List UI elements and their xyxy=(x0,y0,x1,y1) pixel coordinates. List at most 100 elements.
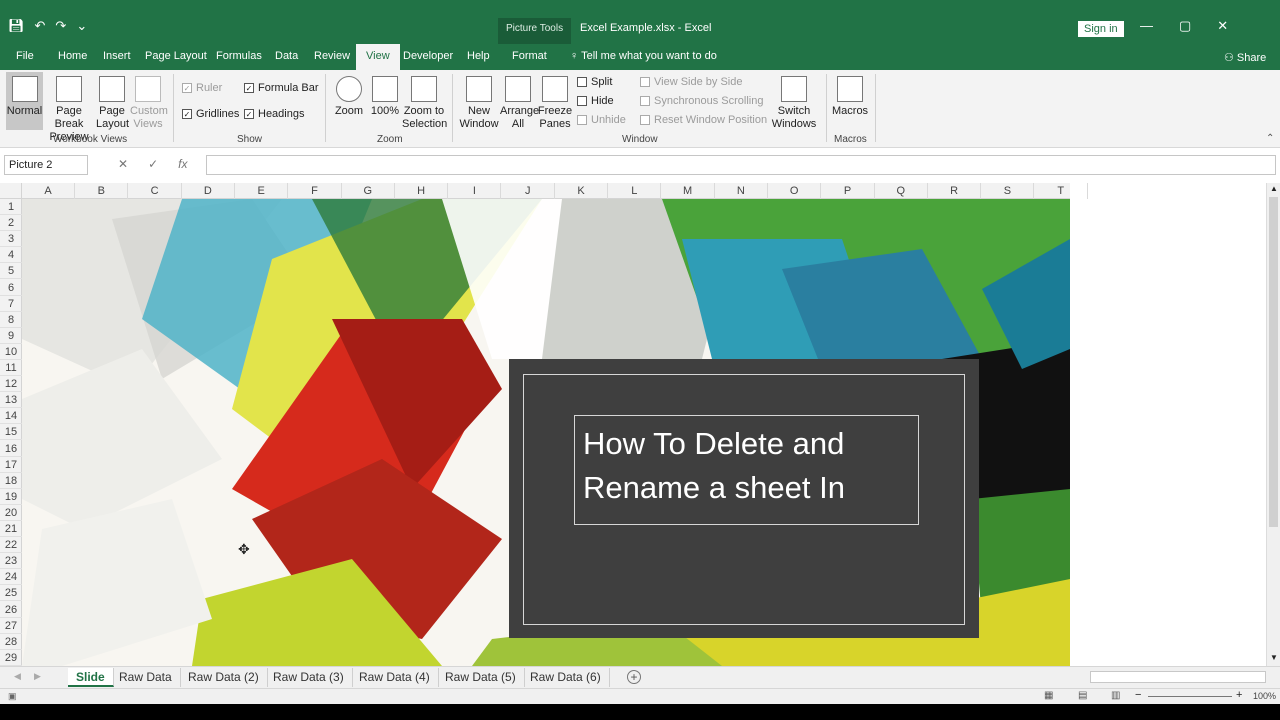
zoom-out-icon[interactable]: − xyxy=(1135,689,1141,701)
row-header[interactable]: 5 xyxy=(0,263,22,280)
column-header[interactable]: A xyxy=(22,183,75,199)
column-header[interactable]: K xyxy=(555,183,608,199)
tab-formulas[interactable]: Formulas xyxy=(216,50,262,62)
sheet-tab[interactable]: Raw Data (2) xyxy=(180,668,268,687)
macro-record-icon[interactable]: ▣ xyxy=(8,691,17,702)
enter-icon[interactable]: ✓ xyxy=(148,157,158,171)
ruler-checkbox[interactable]: ✓ Ruler xyxy=(182,82,222,94)
share-button[interactable]: ⚇ Share xyxy=(1224,51,1266,64)
column-header[interactable]: N xyxy=(715,183,768,199)
tab-view[interactable]: View xyxy=(356,44,400,70)
row-header[interactable]: 4 xyxy=(0,247,22,264)
row-header[interactable]: 17 xyxy=(0,457,22,473)
row-header[interactable]: 14 xyxy=(0,408,22,425)
column-header[interactable]: T xyxy=(1035,183,1088,199)
row-header[interactable]: 11 xyxy=(0,360,22,376)
column-header[interactable]: G xyxy=(342,183,395,199)
column-header[interactable]: S xyxy=(981,183,1035,199)
sheet-tab[interactable]: Raw Data (5) xyxy=(437,668,525,687)
normal-view-status-icon[interactable]: ▦ xyxy=(1044,690,1053,701)
row-header[interactable]: 28 xyxy=(0,634,22,650)
row-header[interactable]: 16 xyxy=(0,441,22,457)
column-header[interactable]: H xyxy=(395,183,449,199)
add-sheet-icon[interactable]: + xyxy=(627,670,641,684)
row-header[interactable]: 23 xyxy=(0,553,22,570)
row-header[interactable]: 2 xyxy=(0,215,22,232)
row-header[interactable]: 20 xyxy=(0,505,22,521)
tab-review[interactable]: Review xyxy=(314,50,350,62)
switch-windows-button[interactable]: Switch Windows xyxy=(768,76,820,131)
sheet-tab[interactable]: Raw Data (3) xyxy=(265,668,353,687)
row-header[interactable]: 19 xyxy=(0,489,22,505)
column-header[interactable]: B xyxy=(75,183,129,199)
redo-icon[interactable]: ↷ xyxy=(55,18,66,34)
scroll-up-icon[interactable]: ▲ xyxy=(1270,184,1278,193)
row-header[interactable]: 21 xyxy=(0,521,22,537)
select-all-corner[interactable] xyxy=(0,183,22,199)
tab-home[interactable]: Home xyxy=(58,50,87,62)
row-header[interactable]: 13 xyxy=(0,392,22,409)
tab-data[interactable]: Data xyxy=(275,50,298,62)
row-header[interactable]: 29 xyxy=(0,650,22,666)
save-icon[interactable]: 💾︎ xyxy=(8,18,25,34)
tab-format[interactable]: Format xyxy=(512,50,547,62)
tab-developer[interactable]: Developer xyxy=(403,50,453,62)
minimize-icon[interactable]: — xyxy=(1140,18,1153,34)
column-header[interactable]: P xyxy=(822,183,875,199)
freeze-panes-button[interactable]: Freeze Panes xyxy=(537,76,573,131)
sheet-tab-active[interactable]: Slide xyxy=(68,668,114,687)
sheet-tab[interactable]: Raw Data (6) xyxy=(522,668,610,687)
row-header[interactable]: 9 xyxy=(0,328,22,344)
formula-input[interactable] xyxy=(206,155,1276,175)
row-header[interactable]: 22 xyxy=(0,537,22,554)
insert-function-icon[interactable]: fx xyxy=(178,157,187,171)
arrange-all-button[interactable]: Arrange All xyxy=(500,76,539,131)
prev-sheet-icon[interactable]: ◀ xyxy=(14,671,21,682)
column-header[interactable]: O xyxy=(768,183,822,199)
row-header[interactable]: 25 xyxy=(0,585,22,602)
worksheet-area[interactable]: How To Delete and Rename a sheet In ✥ xyxy=(22,199,1070,666)
row-header[interactable]: 18 xyxy=(0,473,22,489)
row-header[interactable]: 24 xyxy=(0,569,22,586)
unhide-button[interactable]: Unhide xyxy=(577,114,626,126)
row-header[interactable]: 10 xyxy=(0,344,22,360)
name-box[interactable]: Picture 2 xyxy=(4,155,88,175)
tab-help[interactable]: Help xyxy=(467,50,490,62)
restore-icon[interactable]: ▢ xyxy=(1179,18,1191,34)
page-layout-status-icon[interactable]: ▤ xyxy=(1078,690,1087,701)
zoom-level[interactable]: 100% xyxy=(1253,691,1276,701)
sign-in-button[interactable]: Sign in xyxy=(1078,21,1124,37)
macros-button[interactable]: Macros xyxy=(832,76,868,118)
column-header[interactable]: Q xyxy=(875,183,928,199)
column-header[interactable]: C xyxy=(129,183,182,199)
slide-title-box[interactable]: How To Delete and Rename a sheet In xyxy=(574,415,919,525)
vertical-scrollbar[interactable]: ▲ ▼ xyxy=(1266,183,1280,666)
tell-me-search[interactable]: ♀ Tell me what you want to do xyxy=(570,50,717,62)
row-header[interactable]: 12 xyxy=(0,376,22,393)
zoom-button[interactable]: Zoom xyxy=(334,76,364,118)
headings-checkbox[interactable]: ✓ Headings xyxy=(244,108,304,120)
split-button[interactable]: Split xyxy=(577,76,612,88)
column-header[interactable]: D xyxy=(182,183,235,199)
tab-file[interactable]: File xyxy=(16,50,34,62)
sheet-tab[interactable]: Raw Data xyxy=(111,668,181,687)
zoom-100-button[interactable]: 100% xyxy=(369,76,401,118)
row-header[interactable]: 6 xyxy=(0,280,22,296)
row-header[interactable]: 7 xyxy=(0,296,22,312)
zoom-in-icon[interactable]: + xyxy=(1236,689,1242,701)
new-window-button[interactable]: New Window xyxy=(458,76,500,131)
column-header[interactable]: F xyxy=(289,183,342,199)
cancel-icon[interactable]: ✕ xyxy=(118,157,128,171)
page-break-status-icon[interactable]: ▥ xyxy=(1111,690,1120,701)
column-header[interactable]: R xyxy=(928,183,982,199)
collapse-ribbon-icon[interactable]: ⌃ xyxy=(1266,133,1274,144)
column-header[interactable]: M xyxy=(662,183,715,199)
zoom-to-selection-button[interactable]: Zoom to Selection xyxy=(402,76,447,131)
page-layout-view-button[interactable]: Page Layout xyxy=(96,76,129,131)
row-header[interactable]: 3 xyxy=(0,231,22,248)
normal-view-button[interactable]: Normal xyxy=(6,72,43,130)
row-header[interactable]: 8 xyxy=(0,312,22,328)
synchronous-scrolling-button[interactable]: Synchronous Scrolling xyxy=(640,95,763,107)
scroll-down-icon[interactable]: ▼ xyxy=(1270,653,1278,662)
row-header[interactable]: 15 xyxy=(0,424,22,441)
